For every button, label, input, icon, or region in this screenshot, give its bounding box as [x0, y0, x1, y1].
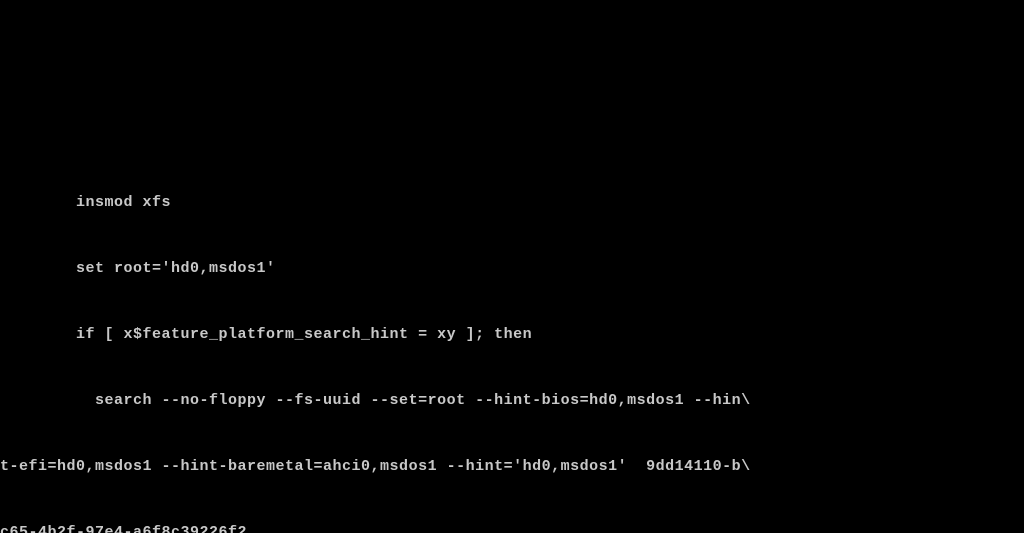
grub-line[interactable]: t-efi=hd0,msdos1 --hint-baremetal=ahci0,…	[0, 456, 1024, 478]
grub-line[interactable]: search --no-floppy --fs-uuid --set=root …	[0, 390, 1024, 412]
grub-line[interactable]: if [ x$feature_platform_search_hint = xy…	[0, 324, 1024, 346]
grub-line[interactable]: insmod xfs	[0, 192, 1024, 214]
grub-line[interactable]: c65-4b2f-97e4-a6f8c39226f2	[0, 522, 1024, 533]
grub-line[interactable]: set root='hd0,msdos1'	[0, 258, 1024, 280]
grub-edit-screen[interactable]: insmod xfs set root='hd0,msdos1' if [ x$…	[0, 148, 1024, 533]
